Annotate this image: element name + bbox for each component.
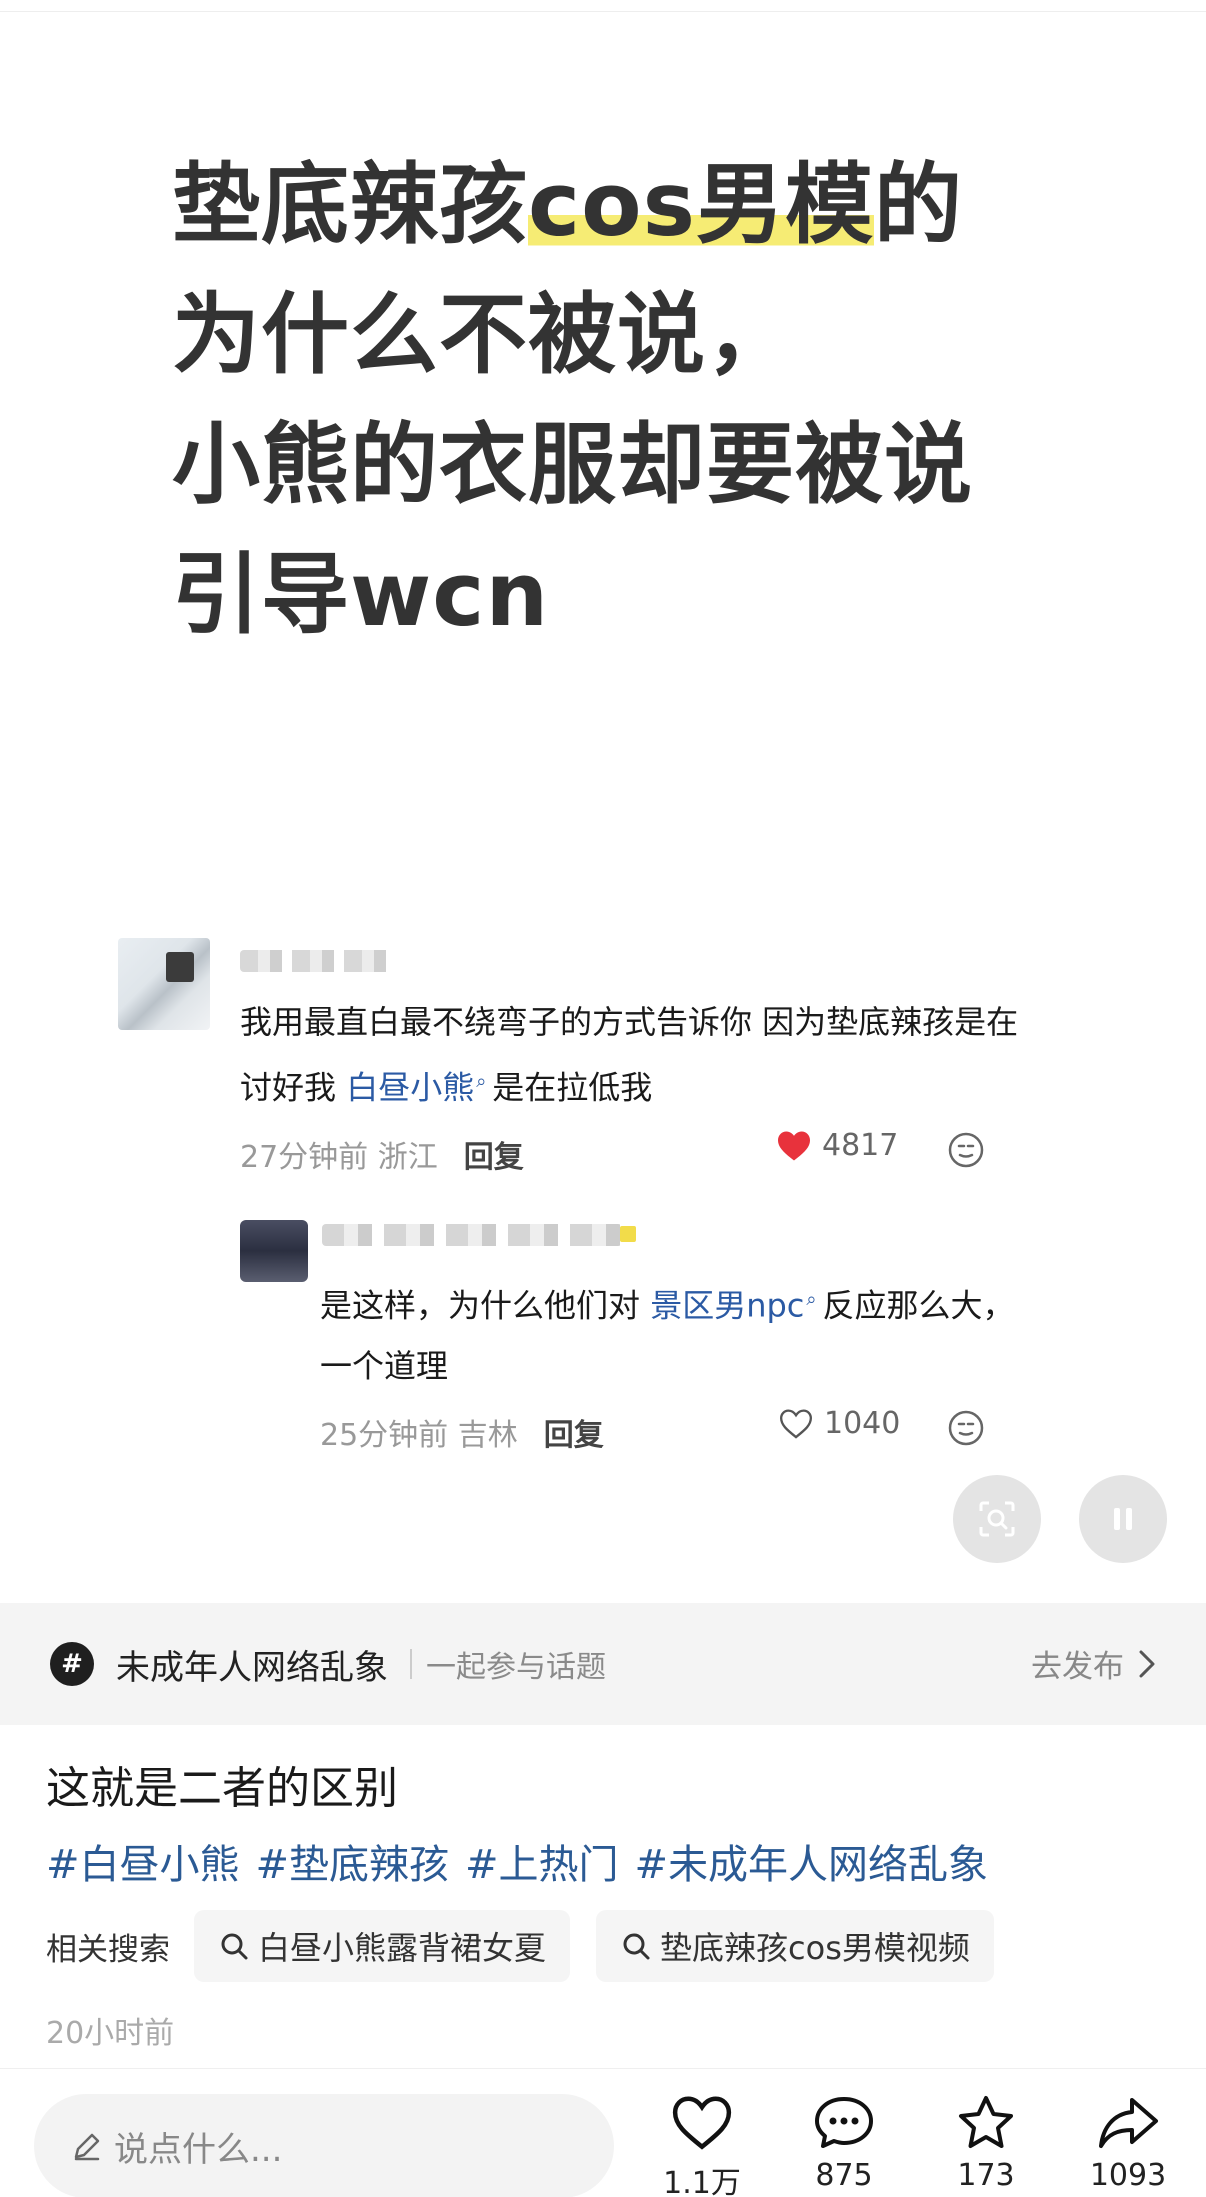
username-blurred[interactable]	[240, 950, 390, 972]
scan-button[interactable]	[953, 1475, 1041, 1563]
comment-text-part: 是在拉低我	[492, 1068, 653, 1107]
headline-line-4: 引导wcn	[172, 543, 550, 646]
comment-bubble-icon	[815, 2097, 873, 2148]
comment-text-part: 是这样，为什么他们对	[320, 1286, 651, 1325]
headline-text: 垫底辣孩	[172, 153, 529, 256]
post-time: 20小时前	[46, 2016, 175, 2051]
favorite-button[interactable]: 173	[926, 2094, 1046, 2193]
headline-line-1: 垫底辣孩cos男模的	[172, 140, 1132, 270]
related-search-chip[interactable]: 垫底辣孩cos男模视频	[596, 1910, 994, 1982]
post-title: 这就是二者的区别	[46, 1763, 398, 1814]
top-divider	[0, 0, 1206, 12]
comment-button[interactable]: 875	[784, 2094, 904, 2193]
pencil-icon	[74, 2133, 100, 2161]
mention-link[interactable]: 景区男npc	[650, 1287, 804, 1325]
favorite-count: 173	[957, 2158, 1015, 2193]
related-search-text: 垫底辣孩cos男模视频	[660, 1929, 970, 1967]
comment-like-button[interactable]: 1040	[778, 1406, 900, 1441]
pause-button[interactable]	[1079, 1475, 1167, 1563]
avatar[interactable]	[240, 1220, 308, 1282]
username-blurred[interactable]	[322, 1224, 636, 1246]
related-searches: 相关搜索 白昼小熊露背裙女夏 垫底辣孩cos男模视频	[46, 1910, 1020, 1982]
comment-time: 25分钟前	[320, 1418, 449, 1453]
comment-like-button[interactable]: 4817	[776, 1128, 898, 1163]
publish-button[interactable]: 去发布	[1031, 1641, 1156, 1686]
star-icon	[959, 2096, 1013, 2148]
search-icon: ⌕	[806, 1289, 817, 1310]
comment-input[interactable]: 说点什么...	[34, 2094, 614, 2197]
topic-join-label: 一起参与话题	[426, 1650, 606, 1685]
related-search-chip[interactable]: 白昼小熊露背裙女夏	[194, 1910, 571, 1982]
comment-location: 浙江	[377, 1140, 438, 1175]
headline-highlight: cos男模	[528, 153, 875, 256]
divider	[410, 1649, 412, 1679]
comment-location: 吉林	[457, 1418, 518, 1453]
share-arrow-icon	[1099, 2098, 1158, 2148]
comment-meta: 25分钟前 吉林 回复	[320, 1410, 604, 1454]
comment-count: 875	[815, 2158, 873, 2193]
comment-meta: 27分钟前 浙江 回复	[240, 1132, 524, 1176]
headline-text: 的	[874, 153, 964, 256]
hashtag-link[interactable]: #上热门	[465, 1842, 619, 1888]
reply-button[interactable]: 回复	[544, 1410, 604, 1454]
video-headline: 垫底辣孩cos男模的 为什么不被说， 小熊的衣服却要被说 引导wcn	[172, 140, 1132, 660]
topic-bar[interactable]: # 未成年人网络乱象 一起参与话题 去发布	[0, 1603, 1206, 1725]
search-icon	[221, 1933, 248, 1960]
topic-name[interactable]: 未成年人网络乱象	[116, 1640, 388, 1689]
hashtag-link[interactable]: #垫底辣孩	[256, 1842, 450, 1888]
scan-icon	[979, 1501, 1015, 1537]
hashtag-list: #白昼小熊 #垫底辣孩 #上热门 #未成年人网络乱象	[46, 1832, 1004, 1890]
share-button[interactable]: 1093	[1068, 2094, 1188, 2193]
heart-outline-icon	[672, 2096, 732, 2150]
hashtag-icon: #	[50, 1642, 94, 1686]
comment-text: 我用最直白最不绕弯子的方式告诉你 因为垫底辣孩是在讨好我 白昼小熊 ⌕ 是在拉低我	[240, 992, 1040, 1118]
pause-icon	[1114, 1508, 1132, 1530]
related-search-text: 白昼小熊露背裙女夏	[258, 1929, 547, 1967]
related-searches-label: 相关搜索	[46, 1931, 170, 1968]
publish-label: 去发布	[1031, 1649, 1124, 1685]
emoji-icon[interactable]	[946, 1408, 986, 1448]
headline-line-3: 小熊的衣服却要被说	[172, 413, 974, 516]
comment-placeholder: 说点什么...	[114, 2129, 283, 2170]
search-icon	[623, 1933, 650, 1960]
hashtag-link[interactable]: #白昼小熊	[46, 1842, 240, 1888]
like-count: 1.1万	[663, 2166, 741, 2197]
like-count: 1040	[824, 1406, 901, 1441]
mention-link[interactable]: 白昼小熊	[346, 1069, 474, 1107]
comment-text: 是这样，为什么他们对 景区男npc ⌕ 反应那么大，一个道理	[320, 1270, 1040, 1396]
share-count: 1093	[1089, 2158, 1167, 2193]
emoji-icon[interactable]	[946, 1130, 986, 1170]
heart-outline-icon	[779, 1408, 813, 1439]
hashtag-link[interactable]: #未成年人网络乱象	[635, 1842, 989, 1888]
divider	[0, 2068, 1206, 2069]
like-button[interactable]: 1.1万	[642, 2094, 762, 2197]
search-icon: ⌕	[476, 1071, 487, 1092]
reply-button[interactable]: 回复	[464, 1132, 524, 1176]
like-count: 4817	[822, 1128, 899, 1163]
heart-filled-icon	[778, 1130, 810, 1161]
avatar[interactable]	[118, 938, 210, 1030]
comment-time: 27分钟前	[240, 1140, 369, 1175]
headline-line-2: 为什么不被说，	[172, 283, 796, 386]
chevron-right-icon	[1139, 1650, 1155, 1677]
